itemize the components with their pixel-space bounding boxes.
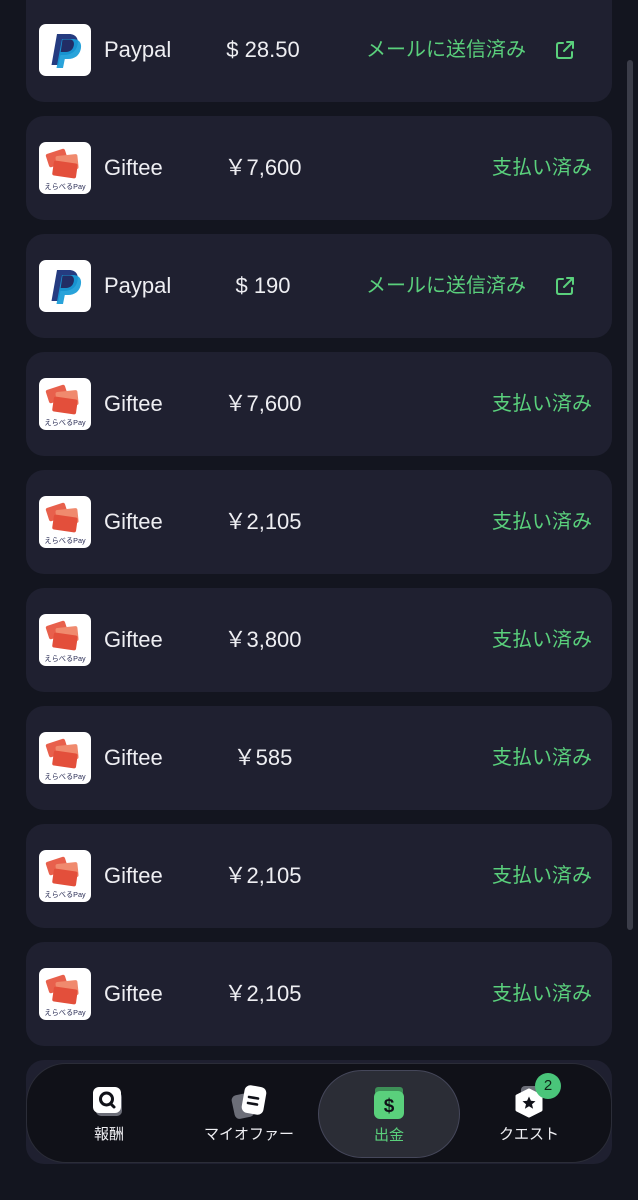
giftee-logo: えらべるPay xyxy=(39,614,91,666)
payout-status: 支払い済み xyxy=(492,747,592,769)
payout-row[interactable]: えらべるPay Giftee ￥7,600 支払い済み xyxy=(26,352,612,456)
giftee-logo-text: えらべるPay xyxy=(44,772,86,781)
svg-text:$: $ xyxy=(384,1096,395,1117)
giftee-logo: えらべるPay xyxy=(39,850,91,902)
giftee-logo: えらべるPay xyxy=(39,968,91,1020)
giftee-logo-text: えらべるPay xyxy=(44,890,86,899)
payout-method: Paypal xyxy=(104,273,172,298)
payout-method: Paypal xyxy=(104,37,172,62)
nav-item-withdraw[interactable]: $ 出金 xyxy=(318,1070,460,1158)
payout-amount: ￥3,800 xyxy=(224,627,302,652)
payout-row[interactable]: えらべるPay Giftee ￥585 支払い済み xyxy=(26,706,612,810)
giftee-logo-text: えらべるPay xyxy=(44,1008,86,1017)
scrollbar[interactable] xyxy=(627,60,633,930)
nav-label-withdraw: 出金 xyxy=(373,1127,404,1144)
paypal-logo xyxy=(39,260,91,312)
payout-row[interactable]: Paypal $ 190 メールに送信済み xyxy=(26,234,612,338)
wallet-dollar-icon: $ xyxy=(374,1087,404,1119)
giftee-logo: えらべるPay xyxy=(39,142,91,194)
quest-notification-badge: 2 xyxy=(535,1073,561,1099)
payout-status: メールに送信済み xyxy=(366,275,526,297)
external-link-icon[interactable] xyxy=(554,275,576,297)
payout-amount: ￥585 xyxy=(233,745,293,770)
nav-label-my-offers: マイオファー xyxy=(203,1126,294,1143)
nav-item-rewards[interactable]: 報酬 xyxy=(39,1064,179,1164)
payout-method: Giftee xyxy=(104,745,163,770)
paypal-logo xyxy=(39,24,91,76)
payout-status: 支払い済み xyxy=(492,511,592,533)
nav-label-quests: クエスト xyxy=(498,1126,559,1143)
payout-row[interactable]: えらべるPay Giftee ￥2,105 支払い済み xyxy=(26,470,612,574)
payout-amount: ￥2,105 xyxy=(224,863,302,888)
payout-method: Giftee xyxy=(104,627,163,652)
payout-status: メールに送信済み xyxy=(366,39,526,61)
giftee-logo: えらべるPay xyxy=(39,732,91,784)
bottom-navigation: 報酬 マイオファー $ 出金 クエスト 2 xyxy=(26,1063,612,1163)
giftee-logo: えらべるPay xyxy=(39,378,91,430)
payout-row[interactable]: えらべるPay Giftee ￥3,800 支払い済み xyxy=(26,588,612,692)
nav-item-my-offers[interactable]: マイオファー xyxy=(179,1064,319,1164)
payout-method: Giftee xyxy=(104,863,163,888)
payout-status: 支払い済み xyxy=(492,157,592,179)
payout-row[interactable]: Paypal $ 28.50 メールに送信済み xyxy=(26,0,612,102)
giftee-logo-text: えらべるPay xyxy=(44,418,86,427)
giftee-logo: えらべるPay xyxy=(39,496,91,548)
payout-status: 支払い済み xyxy=(492,983,592,1005)
nav-label-rewards: 報酬 xyxy=(93,1126,124,1143)
payout-status: 支払い済み xyxy=(492,629,592,651)
payout-amount: $ 28.50 xyxy=(226,37,300,62)
payout-amount: ￥2,105 xyxy=(224,509,302,534)
search-icon xyxy=(93,1087,122,1116)
payout-row[interactable]: えらべるPay Giftee ￥7,600 支払い済み xyxy=(26,116,612,220)
nav-item-quests[interactable]: クエスト xyxy=(459,1064,599,1164)
giftee-logo-text: えらべるPay xyxy=(44,654,86,663)
payout-amount: ￥7,600 xyxy=(224,155,302,180)
payout-amount: ￥7,600 xyxy=(224,391,302,416)
payout-status: 支払い済み xyxy=(492,865,592,887)
giftee-logo-text: えらべるPay xyxy=(44,536,86,545)
payout-method: Giftee xyxy=(104,391,163,416)
giftee-logo-text: えらべるPay xyxy=(44,182,86,191)
payout-row[interactable]: えらべるPay Giftee ￥2,105 支払い済み xyxy=(26,942,612,1046)
payout-row[interactable]: えらべるPay Giftee ￥2,105 支払い済み xyxy=(26,824,612,928)
payout-amount: $ 190 xyxy=(235,273,291,298)
payout-method: Giftee xyxy=(104,155,163,180)
offers-icon xyxy=(231,1085,267,1119)
payout-method: Giftee xyxy=(104,981,163,1006)
payout-amount: ￥2,105 xyxy=(224,981,302,1006)
payout-method: Giftee xyxy=(104,509,163,534)
payout-history-screen: Paypal $ 28.50 メールに送信済み えらべるPay Giftee ￥7,6… xyxy=(0,0,638,1200)
payout-status: 支払い済み xyxy=(492,393,592,415)
external-link-icon[interactable] xyxy=(554,39,576,61)
